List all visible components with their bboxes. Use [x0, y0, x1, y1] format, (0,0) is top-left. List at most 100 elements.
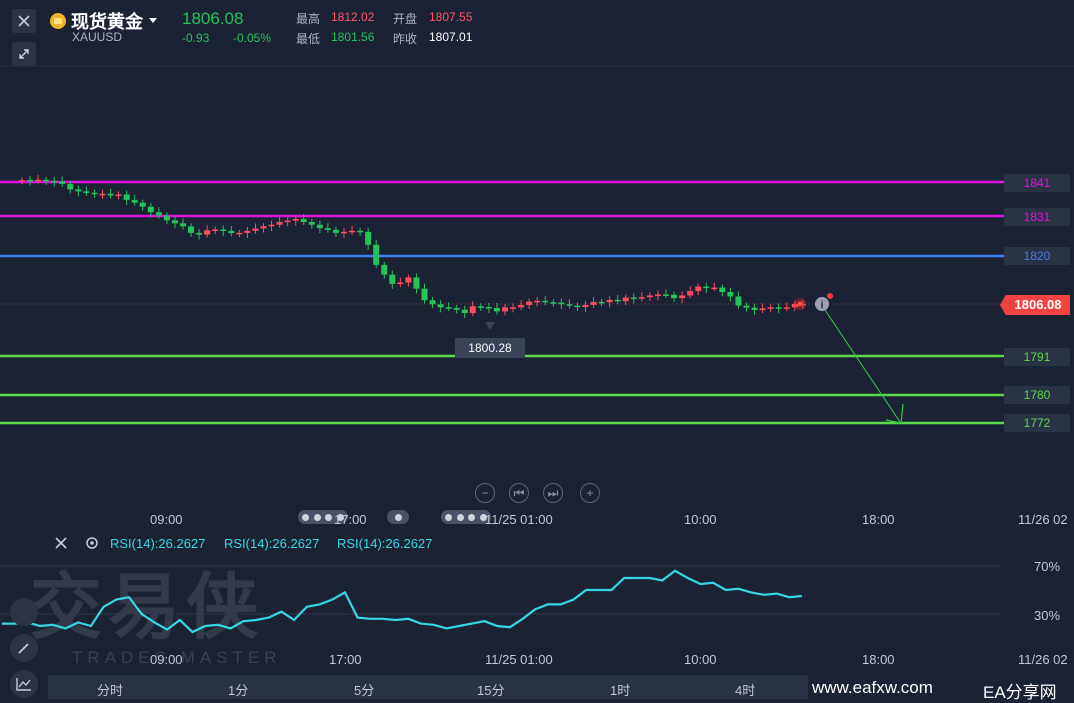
- candle-body: [107, 193, 114, 196]
- tab-minute[interactable]: 分时: [97, 680, 123, 699]
- level-tag-1791: 1791: [1004, 348, 1070, 366]
- candle-body: [751, 307, 758, 311]
- pencil-icon: [18, 643, 29, 654]
- scroll-left-button[interactable]: ⏮: [509, 483, 529, 503]
- time-tick-5: 11/26 02: [1018, 512, 1068, 527]
- candle-body: [292, 218, 299, 221]
- candle-body: [220, 229, 227, 231]
- candle-body: [51, 180, 58, 183]
- scroll-handle-right[interactable]: [441, 510, 491, 524]
- time-tick-3: 10:00: [684, 512, 717, 527]
- tab-1hour[interactable]: 1时: [610, 680, 630, 699]
- candle-body: [630, 297, 637, 299]
- candle-body: [316, 224, 323, 229]
- candle-body: [268, 224, 275, 227]
- rsi-level-70: 70%: [1034, 559, 1061, 574]
- candle-body: [767, 307, 774, 309]
- level-tag-1831: 1831: [1004, 208, 1070, 226]
- candle-body: [477, 306, 484, 308]
- candle-body: [147, 206, 154, 213]
- current-price-tag-label: 1806.08: [1014, 297, 1062, 312]
- candle-body: [654, 294, 661, 296]
- svg-text:i: i: [821, 300, 824, 311]
- tab-5min[interactable]: 5分: [354, 680, 374, 699]
- candle-body: [518, 304, 525, 308]
- level-tag-1820: 1820: [1004, 247, 1070, 265]
- rsi-time-tick-3: 10:00: [684, 652, 717, 667]
- draw-tool-button[interactable]: [10, 634, 38, 662]
- candle-body: [703, 286, 710, 289]
- rsi-time-tick-0: 09:00: [150, 652, 183, 667]
- candle-body: [759, 308, 766, 311]
- rsi-time-tick-1: 17:00: [329, 652, 362, 667]
- scroll-handle-mid[interactable]: [387, 510, 409, 524]
- candlestick-series: [19, 174, 806, 319]
- candle-body: [349, 230, 356, 233]
- candle-body: [711, 287, 718, 290]
- candle-body: [695, 286, 702, 292]
- candle-body: [534, 300, 541, 303]
- candle-body: [469, 306, 476, 314]
- site-url: www.eafxw.com: [812, 678, 933, 697]
- time-tick-2: 11/25 01:00: [485, 512, 553, 527]
- indicator-button[interactable]: [10, 670, 38, 698]
- candle-body: [75, 189, 82, 192]
- candle-body: [332, 229, 339, 233]
- candle-body: [99, 193, 106, 196]
- candle-body: [614, 299, 621, 302]
- candle-body: [646, 295, 653, 298]
- tab-1min[interactable]: 1分: [228, 680, 248, 699]
- tab-15min[interactable]: 15分: [477, 680, 504, 699]
- zoom-in-button[interactable]: +: [580, 483, 600, 503]
- candle-body: [679, 295, 686, 299]
- level-tag-1780: 1780: [1004, 386, 1070, 404]
- line-chart-icon: [16, 678, 31, 691]
- period-tabs-bar: [48, 675, 808, 699]
- candle-body: [582, 304, 589, 307]
- candle-body: [188, 226, 195, 233]
- candle-body: [413, 277, 420, 289]
- candle-body: [180, 223, 186, 227]
- candle-body: [606, 299, 613, 303]
- candle-body: [123, 194, 130, 200]
- candle-body: [735, 296, 742, 306]
- candle-body: [357, 230, 364, 233]
- candle-body: [671, 294, 678, 299]
- candle-body: [308, 221, 315, 225]
- tool-button-1[interactable]: [10, 598, 38, 626]
- candle-body: [284, 220, 291, 223]
- candle-body: [775, 307, 782, 309]
- candle-body: [389, 274, 396, 284]
- candle-body: [743, 305, 750, 308]
- rsi-time-tick-5: 11/26 02: [1018, 652, 1068, 667]
- current-price-dot: [797, 301, 803, 307]
- candle-body: [485, 306, 492, 309]
- candle-body: [236, 232, 243, 235]
- candle-body: [550, 302, 557, 304]
- candle-body: [35, 179, 42, 182]
- candle-body: [510, 307, 517, 309]
- candle-body: [365, 231, 372, 245]
- candle-body: [204, 230, 211, 235]
- candle-body: [381, 264, 388, 275]
- candle-body: [300, 218, 307, 222]
- candle-body: [228, 230, 235, 234]
- candle-body: [445, 307, 452, 309]
- candle-body: [212, 229, 219, 231]
- scroll-right-button[interactable]: ⏭: [543, 483, 563, 503]
- current-price-tag: 1806.08: [1000, 295, 1070, 315]
- candle-body: [429, 300, 436, 305]
- candle-body: [783, 307, 790, 309]
- candle-body: [727, 292, 734, 297]
- level-tag-1772: 1772: [1004, 414, 1070, 432]
- candle-body: [638, 297, 645, 299]
- candle-body: [19, 180, 25, 182]
- candle-body: [83, 191, 90, 193]
- candle-body: [131, 199, 138, 203]
- time-tick-0: 09:00: [150, 512, 183, 527]
- support-resistance-lines: [0, 180, 1004, 425]
- tab-4hour[interactable]: 4时: [735, 680, 755, 699]
- zoom-out-button[interactable]: −: [475, 483, 495, 503]
- candle-body: [115, 194, 122, 196]
- time-tick-1: 17:00: [334, 512, 367, 527]
